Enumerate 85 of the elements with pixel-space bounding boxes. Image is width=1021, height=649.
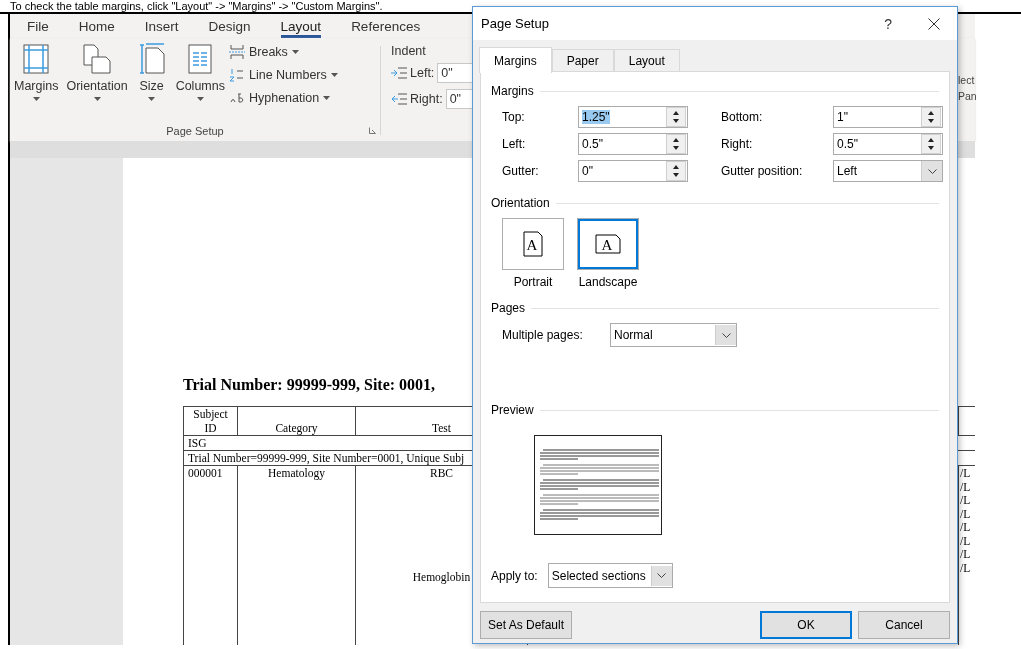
caret-icon — [323, 95, 331, 100]
table-cell: RBC — [430, 467, 453, 479]
field-label: Gutter position: — [721, 164, 804, 178]
ribbon-button[interactable]: Line Numbers — [228, 65, 338, 84]
field-label: Right: — [410, 92, 443, 106]
group-title: Indent — [391, 44, 427, 58]
dialog-button[interactable]: OK — [760, 611, 852, 639]
ribbon-label: lect — [958, 74, 975, 86]
column-header: Category — [237, 406, 356, 436]
ribbon-tab[interactable]: Design — [208, 14, 251, 38]
caret-icon — [93, 97, 101, 101]
field-label: Bottom: — [721, 110, 764, 124]
field-label: Left: — [410, 66, 435, 80]
spinner-field[interactable]: 0" — [578, 160, 688, 182]
spinner-icon[interactable] — [921, 107, 941, 127]
ribbon-button[interactable]: Size — [131, 38, 172, 122]
page-orientation-option[interactable]: A — [577, 218, 639, 270]
option-label: Portrait — [513, 275, 553, 289]
page-break-icon — [228, 44, 245, 59]
spinner-icon[interactable] — [921, 134, 941, 154]
unit-text: /L — [960, 534, 971, 547]
multiple-pages-dropdown[interactable]: Normal — [610, 323, 737, 347]
margins-icon — [23, 44, 49, 74]
field-label: Multiple pages: — [502, 328, 584, 342]
ribbon-tab[interactable]: References — [351, 14, 421, 38]
unit-text: /L — [960, 548, 971, 560]
dialog-title: Page Setup — [481, 16, 550, 31]
field-label: Gutter: — [502, 164, 540, 178]
ribbon-button[interactable]: Hyphenation — [228, 88, 338, 107]
ribbon-label: Pan — [958, 90, 975, 102]
ribbon-button[interactable]: Orientation — [62, 38, 132, 122]
section-heading: Margins — [491, 84, 534, 98]
ribbon-button[interactable]: Margins — [10, 38, 63, 122]
spinner-field[interactable]: 0.5" — [578, 133, 688, 155]
field-label: Apply to: — [491, 568, 538, 583]
group-label: Page Setup — [166, 125, 224, 137]
ribbon-button[interactable]: Breaks — [228, 42, 338, 61]
dialog-button[interactable]: Cancel — [858, 611, 950, 639]
dialog-button[interactable]: Set As Default — [480, 611, 572, 639]
lettered-page-icon: A — [523, 231, 543, 257]
unit-text: /L — [960, 494, 971, 506]
section-heading: Orientation — [491, 196, 550, 210]
orientation-icon — [83, 44, 111, 74]
page-size-icon — [138, 43, 165, 74]
apply-to-dropdown[interactable]: Selected sections — [547, 563, 673, 588]
spinner-field[interactable]: 1.25" — [578, 106, 688, 128]
field-label: Top: — [502, 110, 526, 124]
lettered-page-icon: A — [595, 234, 621, 254]
ribbon-tab[interactable]: File — [27, 14, 49, 38]
dialog-launcher-icon[interactable] — [369, 127, 376, 134]
line-numbers-icon — [228, 67, 245, 82]
indent-left-icon — [391, 67, 407, 79]
caret-icon — [32, 97, 40, 101]
spinner-field[interactable]: 1" — [833, 106, 943, 128]
section-heading: Pages — [491, 301, 526, 315]
column-header: Subject ID — [183, 406, 238, 436]
field-label: Right: — [721, 137, 754, 151]
option-label: Landscape — [578, 275, 638, 289]
caret-icon — [291, 49, 299, 54]
dialog-tab[interactable]: Margins — [479, 47, 552, 73]
spinner-icon[interactable] — [666, 161, 686, 181]
unit-text: /L — [960, 561, 971, 574]
caret-icon — [148, 97, 156, 101]
ribbon-button[interactable]: Columns — [171, 38, 229, 122]
spinner-icon[interactable] — [666, 107, 686, 127]
ribbon-tab[interactable]: Home — [78, 14, 115, 38]
columns-icon — [188, 44, 212, 74]
unit-text: /L — [960, 521, 971, 533]
caret-icon — [196, 97, 204, 101]
indent-right-icon — [391, 93, 407, 105]
help-button[interactable]: ? — [884, 15, 892, 32]
page-orientation-option[interactable]: A — [502, 218, 564, 270]
unit-text: /L — [960, 507, 971, 520]
table-cell: 000001 — [183, 465, 238, 645]
ribbon-tab[interactable]: Insert — [144, 14, 179, 38]
spinner-field[interactable]: 0.5" — [833, 133, 943, 155]
table-cell: Hemoglobin — [412, 571, 471, 583]
document-title: Trial Number: 99999-999, Site: 0001, — [183, 376, 436, 394]
unit-text: /L — [960, 480, 971, 493]
spinner-icon[interactable] — [666, 134, 686, 154]
caret-icon — [330, 72, 338, 77]
close-icon[interactable] — [928, 17, 940, 30]
field-label: Left: — [502, 137, 527, 151]
unit-text: /L — [960, 467, 971, 479]
dropdown-field[interactable]: Left — [833, 160, 943, 182]
